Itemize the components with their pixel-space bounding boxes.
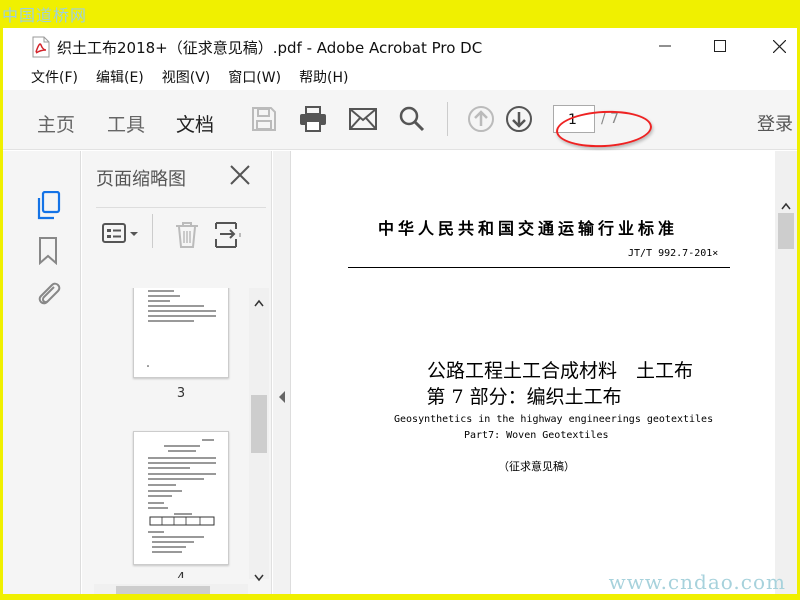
insert-page-icon[interactable] xyxy=(214,221,244,253)
draft-note: （征求意见稿） xyxy=(498,460,575,473)
horizontal-scroll-thumb[interactable] xyxy=(116,586,210,594)
thumbnail-vertical-scrollbar[interactable] xyxy=(249,288,269,582)
pdf-file-icon xyxy=(32,36,50,58)
bookmark-icon[interactable] xyxy=(38,237,66,266)
print-icon[interactable] xyxy=(298,104,328,134)
close-window-button[interactable] xyxy=(759,33,797,59)
menu-window[interactable]: 窗口(W) xyxy=(228,67,281,87)
page-thumbnail-3[interactable] xyxy=(133,288,229,378)
header-rule xyxy=(348,267,730,268)
menu-edit[interactable]: 编辑(E) xyxy=(96,67,144,87)
tab-document[interactable]: 文档 xyxy=(176,110,214,137)
page-thumbnails-icon[interactable] xyxy=(35,190,63,220)
thumbnail-scroll-thumb[interactable] xyxy=(251,395,267,453)
doc-scroll-up-arrow-icon[interactable] xyxy=(781,195,791,214)
thumbnail-options-icon[interactable] xyxy=(102,222,140,250)
attachment-icon[interactable] xyxy=(36,279,64,307)
menu-file[interactable]: 文件(F) xyxy=(31,67,78,87)
page-label-3: 3 xyxy=(176,386,186,401)
standard-header: 中华人民共和国交通运输行业标准 xyxy=(377,219,678,238)
doc-scroll-thumb[interactable] xyxy=(778,213,794,249)
scroll-up-arrow-icon[interactable] xyxy=(254,292,264,311)
panel-tool-separator xyxy=(152,214,153,248)
document-title-line-2: 第 7 部分：编织土工布 xyxy=(426,386,622,408)
standard-code: JT/T 992.7-201× xyxy=(628,248,719,259)
delete-page-icon[interactable] xyxy=(174,221,200,253)
scroll-left-arrow-icon[interactable] xyxy=(98,589,106,594)
window-title: 织土工布2018+（征求意见稿）.pdf - Adobe Acrobat Pro… xyxy=(57,39,483,57)
close-panel-icon[interactable] xyxy=(228,163,252,187)
thumbnail-panel: 页面缩略图 3 xyxy=(82,151,272,594)
toolbar: 主页 工具 文档 1 / 7 登录 xyxy=(3,90,797,150)
minimize-button[interactable] xyxy=(645,33,685,59)
next-page-icon[interactable] xyxy=(504,104,534,134)
prev-page-icon[interactable] xyxy=(466,104,496,134)
thumbnail-list[interactable]: 3 xyxy=(94,288,248,578)
english-title-line-1: Geosynthetics in the highway engineering… xyxy=(394,414,714,425)
page-label-4: 4 xyxy=(133,571,229,578)
scroll-down-arrow-icon[interactable] xyxy=(254,567,264,586)
mail-icon[interactable] xyxy=(348,104,378,134)
maximize-button[interactable] xyxy=(700,33,740,59)
watermark-bottom: www.cndao.com xyxy=(608,570,786,594)
title-bar: 织土工布2018+（征求意见稿）.pdf - Adobe Acrobat Pro… xyxy=(3,28,797,64)
login-button[interactable]: 登录 xyxy=(757,110,793,136)
navigation-rail xyxy=(3,151,81,594)
menu-view[interactable]: 视图(V) xyxy=(162,67,211,87)
panel-collapse-bar[interactable] xyxy=(273,151,291,594)
document-view[interactable]: 中华人民共和国交通运输行业标准 JT/T 992.7-201× 公路工程土工合成… xyxy=(292,151,775,594)
panel-title: 页面缩略图 xyxy=(96,169,186,190)
tab-home[interactable]: 主页 xyxy=(37,110,75,137)
acrobat-window: 织土工布2018+（征求意见稿）.pdf - Adobe Acrobat Pro… xyxy=(3,28,797,594)
toolbar-separator xyxy=(447,102,448,136)
watermark-top: 中国道桥网 xyxy=(2,6,88,25)
collapse-arrow-icon[interactable] xyxy=(278,388,286,407)
english-title-line-2: Part7: Woven Geotextiles xyxy=(464,430,609,441)
menu-bar: 文件(F) 编辑(E) 视图(V) 窗口(W) 帮助(H) xyxy=(3,65,797,89)
page-thumbnail-4[interactable] xyxy=(133,431,229,565)
search-icon[interactable] xyxy=(397,104,427,134)
save-icon[interactable] xyxy=(249,104,279,134)
document-title-line-1: 公路工程土工合成材料 土工布 xyxy=(426,360,693,382)
scroll-right-arrow-icon[interactable] xyxy=(234,589,242,594)
thumbnail-horizontal-scrollbar[interactable] xyxy=(94,584,248,594)
tab-tools[interactable]: 工具 xyxy=(107,110,145,137)
document-vertical-scrollbar[interactable] xyxy=(775,151,797,594)
menu-help[interactable]: 帮助(H) xyxy=(299,67,348,87)
panel-toolbar xyxy=(96,207,266,248)
